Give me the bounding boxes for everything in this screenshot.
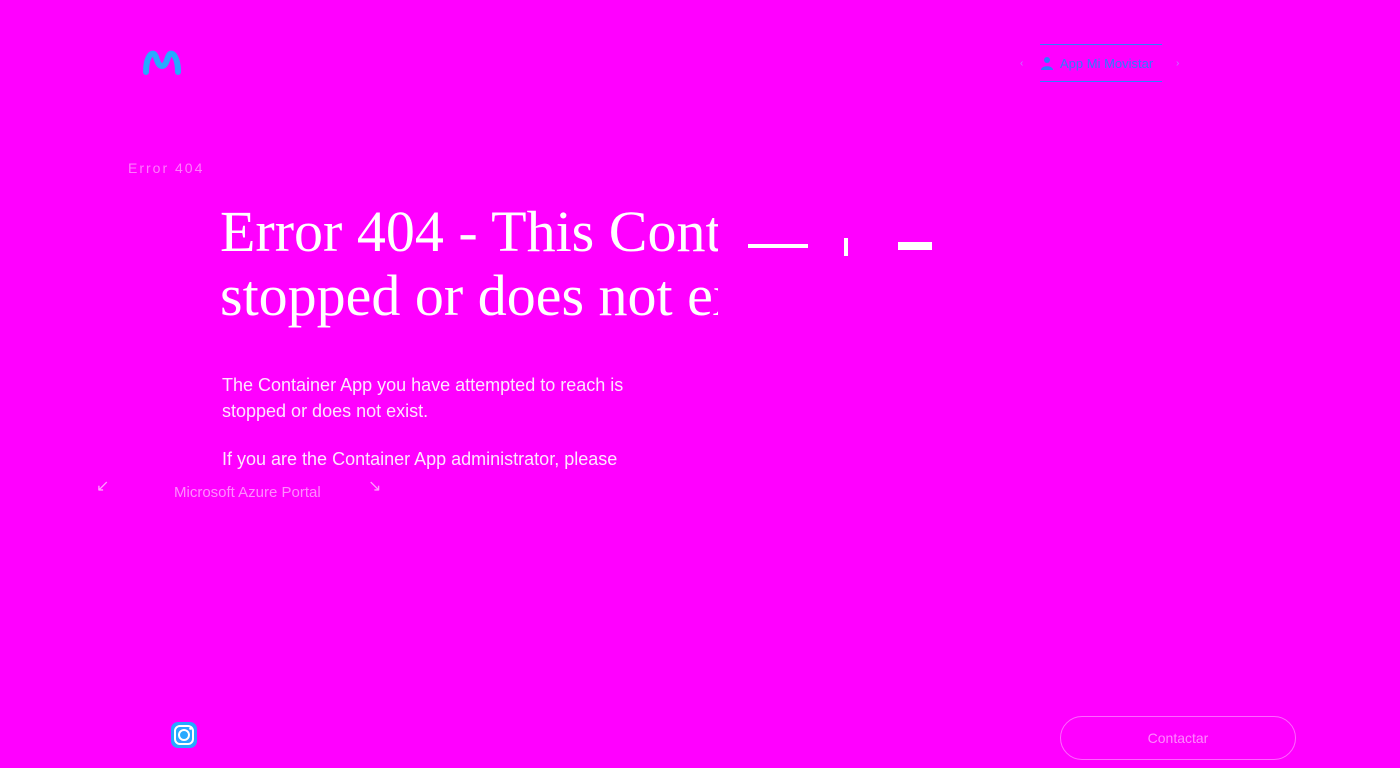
app-link-label: App Mi Movistar (1060, 55, 1154, 71)
faint-error-label: Error 404 (128, 160, 205, 176)
nav-next-icon: › (1176, 58, 1180, 69)
instagram-icon[interactable] (170, 721, 198, 749)
arrow-right-icon: ↘ (368, 478, 382, 495)
contact-button[interactable]: Contactar (1060, 716, 1296, 760)
movistar-logo-icon[interactable] (143, 48, 181, 76)
description-paragraph: The Container App you have attempted to … (222, 375, 624, 421)
contact-button-label: Contactar (1147, 730, 1209, 746)
app-mi-movistar-link[interactable]: App Mi Movistar (1040, 44, 1162, 82)
user-icon (1040, 56, 1054, 70)
admin-paragraph: If you are the Container App administrat… (222, 449, 618, 469)
azure-portal-link[interactable]: Microsoft Azure Portal (174, 484, 321, 501)
heading-glitch-mask (718, 200, 1058, 340)
nav-prev-icon: ‹ (1020, 58, 1024, 69)
page: ‹ App Mi Movistar › Error 404 Error 404 … (0, 0, 1400, 768)
arrow-left-icon: ↙ (96, 478, 110, 495)
